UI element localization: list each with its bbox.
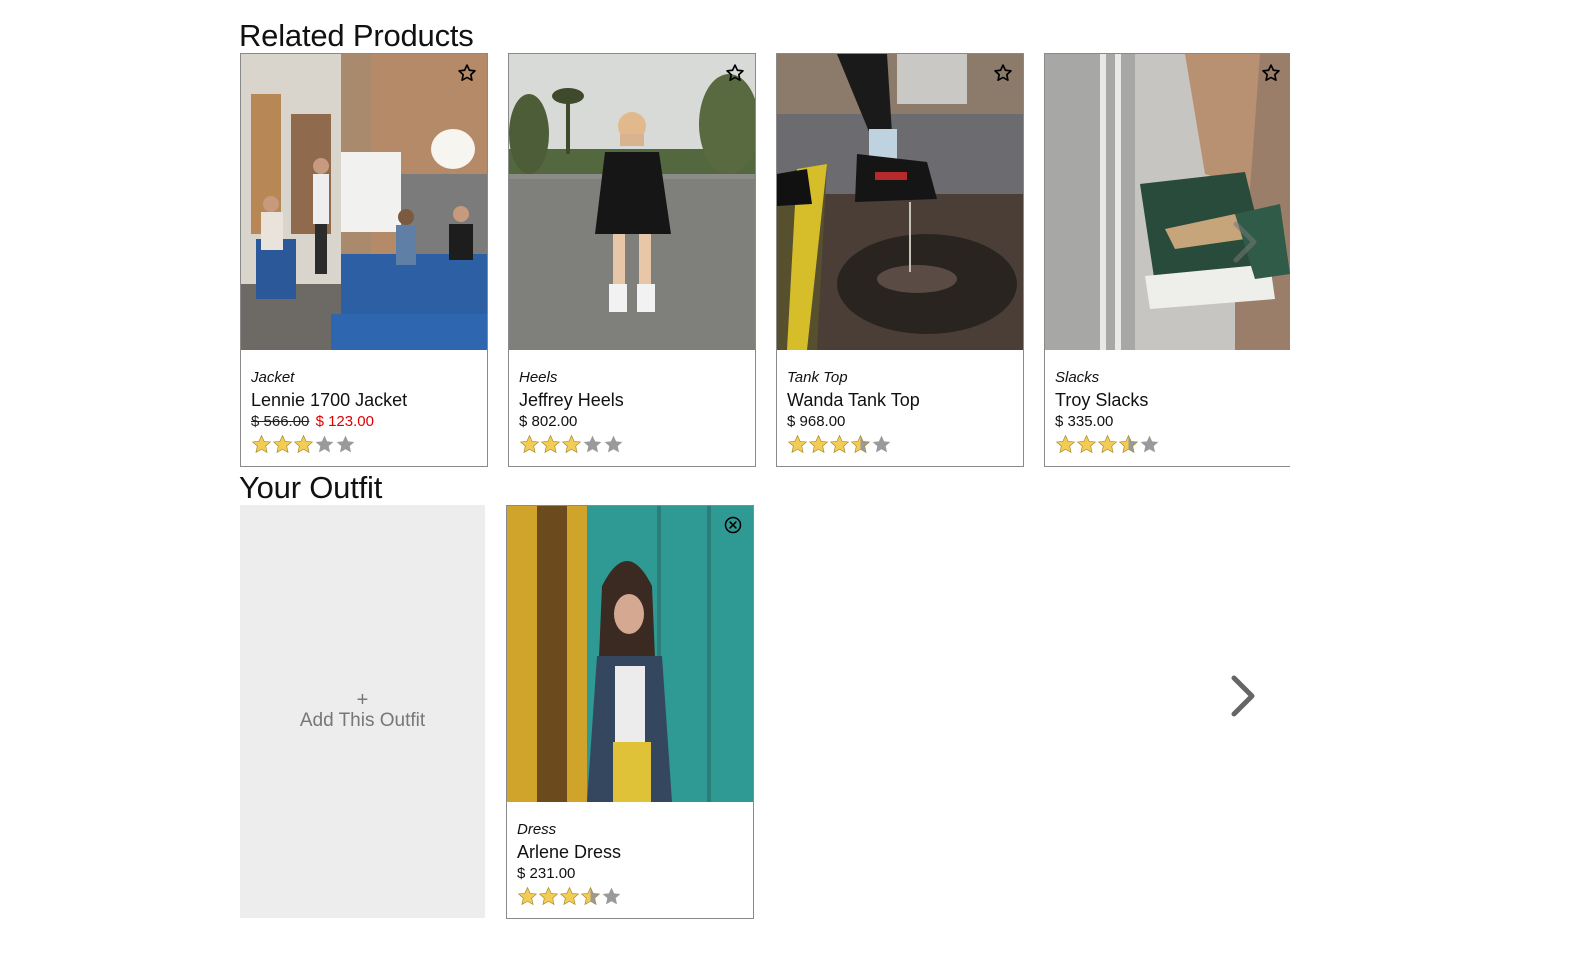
star-filled-icon [829,434,850,454]
star-filled-icon [251,434,272,454]
product-name[interactable]: Arlene Dress [517,840,745,864]
product-card[interactable]: Tank Top Wanda Tank Top $ 968.00 [776,53,1024,467]
sale-price: $ 123.00 [315,413,374,430]
star-empty-icon [315,435,334,453]
your-outfit-title: Your Outfit [239,470,383,505]
star-filled-icon [808,434,829,454]
product-category: Dress [517,821,557,838]
star-half-icon [580,886,601,906]
star-rating [251,434,479,456]
star-outline-icon[interactable] [993,63,1013,83]
star-empty-icon [1140,435,1159,453]
star-rating [519,434,747,456]
product-category: Heels [519,369,558,386]
star-empty-icon [872,435,891,453]
star-filled-icon [1055,434,1076,454]
star-empty-icon [583,435,602,453]
star-filled-icon [559,886,580,906]
product-info: Jacket Lennie 1700 Jacket $ 566.00 $ 123… [251,370,479,456]
product-name[interactable]: Wanda Tank Top [787,388,1015,412]
product-info: Slacks Troy Slacks $ 335.00 [1055,370,1283,456]
product-price: $ 968.00 [787,413,846,430]
star-filled-icon [293,434,314,454]
original-price: $ 566.00 [251,413,310,430]
related-products-carousel: Jacket Lennie 1700 Jacket $ 566.00 $ 123… [240,53,1290,467]
your-outfit-carousel: + Add This Outfit Dress Arlene Dress $ 2… [240,505,1290,919]
product-price: $ 335.00 [1055,413,1114,430]
product-price: $ 566.00 $ 123.00 [251,412,479,432]
green-sneakers-photo [1045,54,1290,350]
product-category: Jacket [251,369,295,386]
woman-teal-wall-photo [507,506,753,802]
star-filled-icon [272,434,293,454]
star-empty-icon [602,887,621,905]
star-filled-icon [538,886,559,906]
product-price: $ 231.00 [517,865,576,882]
star-filled-icon [540,434,561,454]
star-half-icon [1118,434,1139,454]
product-price: $ 802.00 [519,413,578,430]
product-info: Heels Jeffrey Heels $ 802.00 [519,370,747,456]
star-filled-icon [787,434,808,454]
product-card[interactable]: Heels Jeffrey Heels $ 802.00 [508,53,756,467]
star-rating [1055,434,1283,456]
related-products-title: Related Products [239,18,474,53]
sneaker-puddle-photo [777,54,1023,350]
outfit-card[interactable]: Dress Arlene Dress $ 231.00 [506,505,754,919]
office-meeting-photo [241,54,487,350]
star-outline-icon[interactable] [457,63,477,83]
product-card[interactable]: Jacket Lennie 1700 Jacket $ 566.00 $ 123… [240,53,488,467]
product-category: Slacks [1055,369,1100,386]
add-outfit-button[interactable]: + Add This Outfit [240,505,485,918]
chevron-right-icon[interactable] [1226,672,1260,720]
product-info: Dress Arlene Dress $ 231.00 [517,822,745,908]
star-filled-icon [519,434,540,454]
product-category: Tank Top [787,369,848,386]
product-info: Tank Top Wanda Tank Top $ 968.00 [787,370,1015,456]
star-empty-icon [336,435,355,453]
add-outfit-label: Add This Outfit [299,709,426,731]
star-filled-icon [517,886,538,906]
star-rating [787,434,1015,456]
plus-icon: + [356,688,369,711]
star-outline-icon[interactable] [1261,63,1281,83]
product-name[interactable]: Jeffrey Heels [519,388,747,412]
star-filled-icon [561,434,582,454]
star-half-icon [850,434,871,454]
product-name[interactable]: Lennie 1700 Jacket [251,388,479,412]
close-circle-icon[interactable] [723,515,743,535]
woman-black-dress-street-photo [509,54,755,350]
star-rating [517,886,745,908]
star-empty-icon [604,435,623,453]
star-filled-icon [1097,434,1118,454]
chevron-right-icon[interactable] [1228,218,1262,266]
star-filled-icon [1076,434,1097,454]
star-outline-icon[interactable] [725,63,745,83]
product-name[interactable]: Troy Slacks [1055,388,1283,412]
